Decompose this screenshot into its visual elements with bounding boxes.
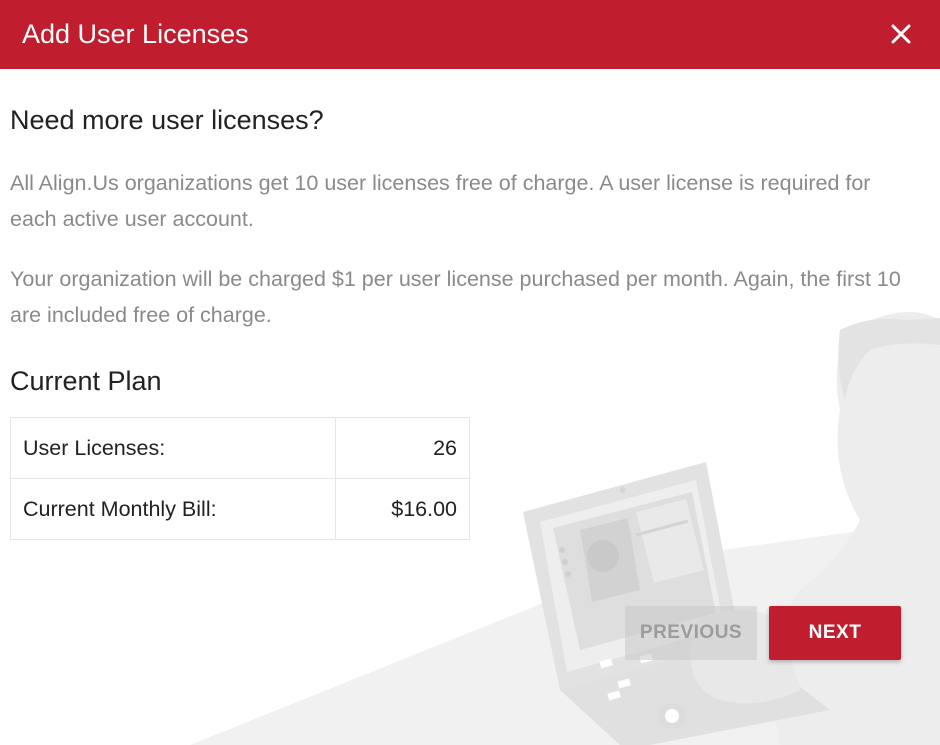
close-icon <box>891 24 911 44</box>
table-row: User Licenses: 26 <box>10 417 470 479</box>
current-plan-table: User Licenses: 26 Current Monthly Bill: … <box>10 417 470 540</box>
intro-paragraph-charges: Your organization will be charged $1 per… <box>10 267 901 327</box>
table-row: Current Monthly Bill: $16.00 <box>10 478 470 540</box>
dialog-header: Add User Licenses <box>0 0 940 69</box>
add-user-licenses-dialog: Add User Licenses Need more user license… <box>0 0 940 745</box>
monthly-bill-value: $16.00 <box>335 478 470 540</box>
dialog-title: Add User Licenses <box>22 19 249 49</box>
user-licenses-value: 26 <box>335 417 470 479</box>
monthly-bill-label: Current Monthly Bill: <box>10 478 336 540</box>
intro-paragraph-free-licenses: All Align.Us organizations get 10 user l… <box>10 171 871 231</box>
section-heading-current-plan: Current Plan <box>10 366 162 396</box>
user-licenses-label: User Licenses: <box>10 417 336 479</box>
previous-button[interactable]: PREVIOUS <box>625 606 757 660</box>
next-button[interactable]: NEXT <box>769 606 901 660</box>
close-button[interactable] <box>884 17 918 51</box>
section-heading-licenses: Need more user licenses? <box>10 105 324 135</box>
